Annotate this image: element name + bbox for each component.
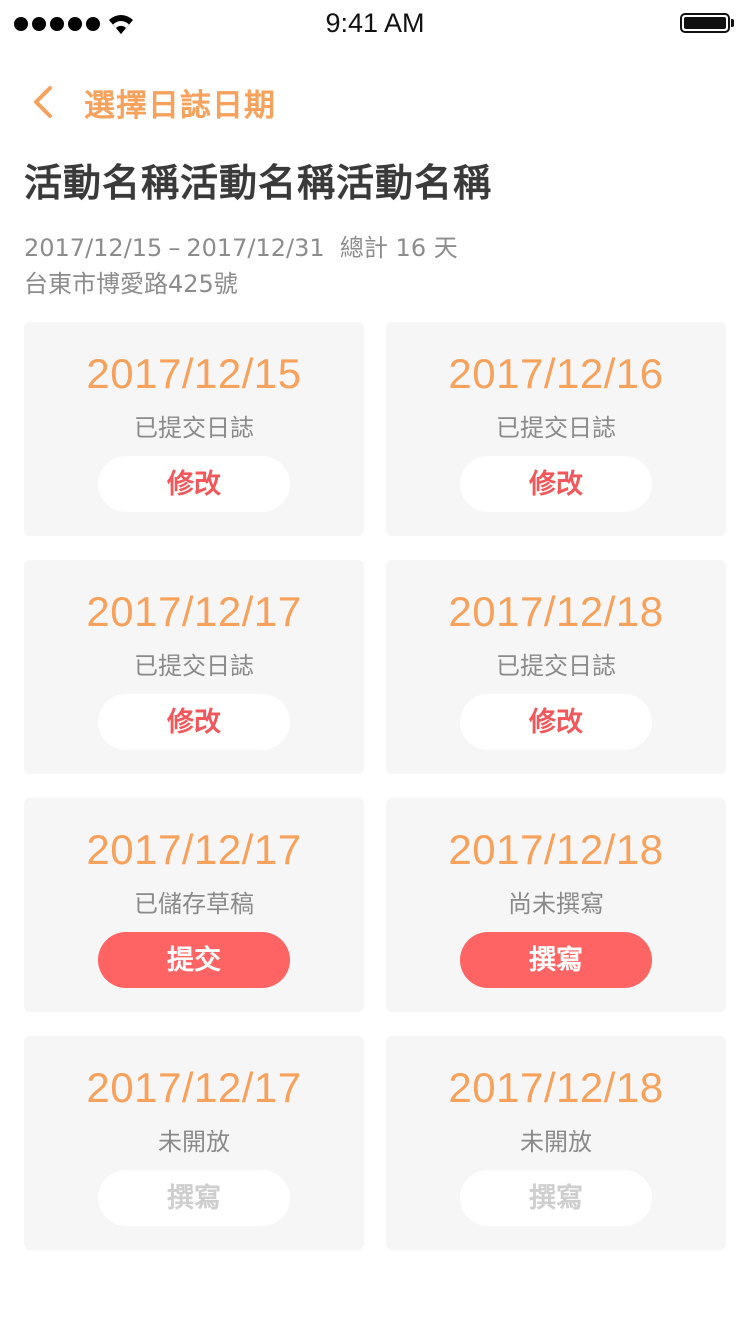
journal-date-card: 2017/12/17 已儲存草稿 提交 <box>24 798 364 1012</box>
card-date: 2017/12/17 <box>86 588 302 635</box>
status-time: 9:41 AM <box>325 8 425 38</box>
write-button-disabled: 撰寫 <box>98 1170 290 1226</box>
nav-header: 選擇日誌日期 <box>0 70 750 130</box>
status-bar: 9:41 AM <box>0 0 750 48</box>
card-status: 未開放 <box>158 1128 230 1156</box>
event-start-date: 2017/12/15 <box>24 234 163 262</box>
card-status: 已提交日誌 <box>134 652 254 680</box>
journal-date-card: 2017/12/17 未開放 撰寫 <box>24 1036 364 1250</box>
range-separator: – <box>168 234 181 262</box>
page-title: 選擇日誌日期 <box>84 88 276 124</box>
edit-button[interactable]: 修改 <box>460 456 652 512</box>
event-address: 台東市博愛路425號 <box>24 270 238 298</box>
card-status: 未開放 <box>520 1128 592 1156</box>
event-total-days: 總計 16 天 <box>339 234 458 262</box>
journal-date-grid: 2017/12/15 已提交日誌 修改 2017/12/16 已提交日誌 修改 … <box>24 322 726 1250</box>
card-status: 已儲存草稿 <box>134 890 254 918</box>
card-date: 2017/12/17 <box>86 826 302 873</box>
event-date-range: 2017/12/15–2017/12/31 總計 16 天 <box>24 230 458 266</box>
card-date: 2017/12/18 <box>448 826 664 873</box>
event-name: 活動名稱活動名稱活動名稱 <box>24 161 493 205</box>
edit-button[interactable]: 修改 <box>460 694 652 750</box>
journal-date-card: 2017/12/16 已提交日誌 修改 <box>386 322 726 536</box>
write-button[interactable]: 撰寫 <box>460 932 652 988</box>
journal-date-card: 2017/12/18 未開放 撰寫 <box>386 1036 726 1250</box>
event-end-date: 2017/12/31 <box>186 234 325 262</box>
card-date: 2017/12/18 <box>448 588 664 635</box>
event-meta: 2017/12/15–2017/12/31 總計 16 天 台東市博愛路425號 <box>24 230 458 302</box>
edit-button[interactable]: 修改 <box>98 456 290 512</box>
submit-button[interactable]: 提交 <box>98 932 290 988</box>
write-button-disabled: 撰寫 <box>460 1170 652 1226</box>
card-date: 2017/12/17 <box>86 1064 302 1111</box>
card-status: 已提交日誌 <box>134 414 254 442</box>
card-status: 已提交日誌 <box>496 414 616 442</box>
battery-icon <box>680 13 734 33</box>
journal-date-card: 2017/12/18 尚未撰寫 撰寫 <box>386 798 726 1012</box>
card-date: 2017/12/15 <box>86 350 302 397</box>
card-date: 2017/12/16 <box>448 350 664 397</box>
journal-date-card: 2017/12/17 已提交日誌 修改 <box>24 560 364 774</box>
journal-date-card: 2017/12/15 已提交日誌 修改 <box>24 322 364 536</box>
card-status: 已提交日誌 <box>496 652 616 680</box>
edit-button[interactable]: 修改 <box>98 694 290 750</box>
chevron-left-icon[interactable] <box>28 82 60 122</box>
card-status: 尚未撰寫 <box>508 890 604 918</box>
journal-date-card: 2017/12/18 已提交日誌 修改 <box>386 560 726 774</box>
card-date: 2017/12/18 <box>448 1064 664 1111</box>
